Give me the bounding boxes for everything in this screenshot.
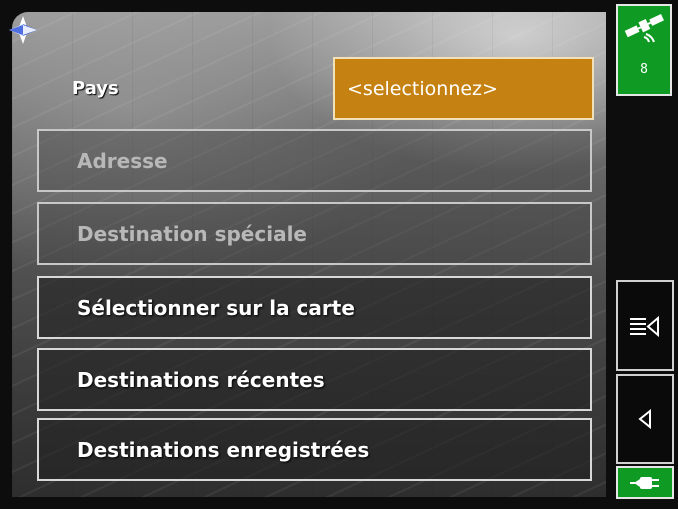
saved-destinations-button[interactable]: Destinations enregistrées: [37, 418, 592, 481]
menu-list-icon: [630, 315, 659, 337]
recent-destinations-button[interactable]: Destinations récentes: [37, 348, 592, 411]
satellite-count: 8: [640, 62, 648, 77]
satellite-icon: [624, 14, 664, 43]
select-on-map-button-label: Sélectionner sur la carte: [77, 295, 355, 320]
gps-status[interactable]: 8: [616, 4, 672, 96]
back-side-button[interactable]: [616, 374, 674, 464]
select-on-map-button[interactable]: Sélectionner sur la carte: [37, 276, 592, 339]
back-arrow-icon: [638, 408, 651, 430]
menu-side-button[interactable]: [616, 280, 674, 371]
address-button[interactable]: Adresse: [37, 129, 592, 192]
country-label: Pays: [72, 78, 119, 99]
compass-icon[interactable]: [8, 15, 38, 45]
special-destination-button[interactable]: Destination spéciale: [37, 202, 592, 265]
recent-destinations-button-label: Destinations récentes: [77, 367, 325, 392]
power-status: [616, 466, 674, 499]
navigation-screen: Pays <selectionnez> Adresse Destination …: [0, 0, 678, 509]
address-button-label: Adresse: [77, 148, 168, 173]
saved-destinations-button-label: Destinations enregistrées: [77, 437, 370, 462]
country-select[interactable]: <selectionnez>: [333, 57, 594, 120]
power-plug-icon: [630, 476, 659, 489]
special-destination-button-label: Destination spéciale: [77, 221, 307, 246]
